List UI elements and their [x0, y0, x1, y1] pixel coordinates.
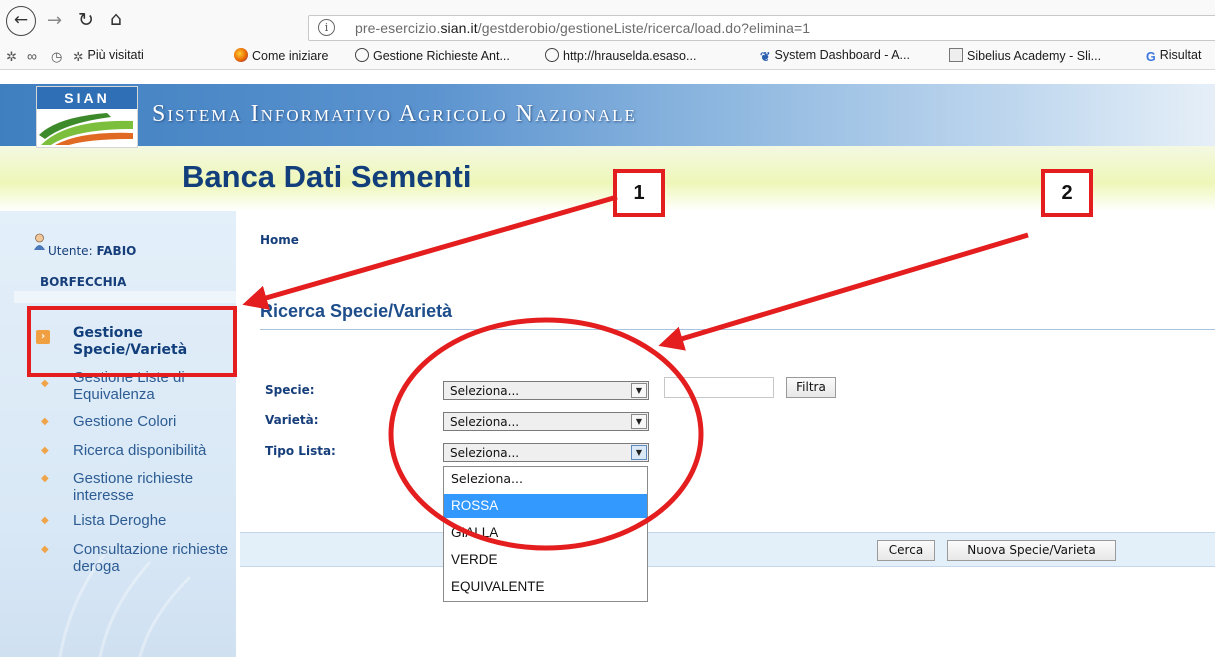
tipo-lista-select-value: Seleziona... — [450, 446, 520, 460]
gear-icon[interactable]: ✲ — [6, 49, 17, 65]
bookmark-label: Sibelius Academy - Sli... — [967, 49, 1102, 63]
varieta-select-value: Seleziona... — [450, 415, 520, 429]
bookmark-label: Risultat — [1159, 48, 1202, 62]
sidebar-item-ricerca-disponibilita[interactable]: Ricerca disponibilità — [73, 442, 235, 459]
sidebar-item-richieste-interesse[interactable]: Gestione richieste interesse — [73, 470, 235, 504]
bullet-icon: ◆ — [41, 515, 49, 526]
sidebar-item-lista-deroghe[interactable]: Lista Deroghe — [73, 512, 235, 529]
specie-select[interactable]: Seleziona... ▼ — [443, 381, 649, 400]
firefox-icon — [234, 48, 248, 62]
user-icon — [34, 233, 45, 250]
gear-star-icon: ✲ — [73, 50, 84, 64]
bookmark-gestione-richieste[interactable]: Gestione Richieste Ant... — [355, 48, 510, 63]
url-bar[interactable]: i pre-esercizio.sian.it/gestderobio/gest… — [308, 15, 1215, 41]
annotation-arrow-1 — [242, 194, 618, 310]
bookmark-system-dashboard[interactable]: ❦ System Dashboard - A... — [760, 48, 910, 64]
user-label: Utente: FABIO — [48, 244, 136, 258]
bullet-icon: ◆ — [41, 416, 49, 427]
chevron-down-icon[interactable]: ▼ — [631, 383, 647, 398]
annotation-box-sidebar — [27, 306, 237, 377]
globe-icon — [545, 48, 559, 62]
cerca-button[interactable]: Cerca — [877, 540, 935, 561]
bookmark-sibelius[interactable]: Sibelius Academy - Sli... — [949, 48, 1101, 63]
bookmark-label: Gestione Richieste Ant... — [373, 49, 510, 63]
sian-logo: SIAN — [36, 86, 138, 148]
option-seleziona[interactable]: Seleziona... — [444, 467, 647, 491]
tipo-lista-label: Tipo Lista: — [265, 444, 336, 458]
sian-title: Sistema Informativo Agricolo Nazionale — [152, 101, 637, 127]
annotation-label-2: 2 — [1041, 169, 1093, 217]
bullet-icon: ◆ — [41, 378, 49, 389]
bookmark-risultat[interactable]: G Risultat — [1146, 48, 1201, 64]
specie-select-value: Seleziona... — [450, 384, 520, 398]
forward-arrow-icon[interactable]: → — [47, 12, 62, 30]
bookmark-label: System Dashboard - A... — [774, 48, 910, 62]
jira-icon: ❦ — [760, 50, 771, 64]
user-box: Utente: FABIO BORFECCHIA — [14, 231, 232, 293]
bullet-icon: ◆ — [41, 473, 49, 484]
option-verde[interactable]: VERDE — [444, 548, 647, 572]
bookmark-piu-visitati[interactable]: ✲ Più visitati — [73, 48, 144, 64]
annotation-label-1: 1 — [613, 169, 665, 217]
banca-dati-title: Banca Dati Sementi — [182, 159, 472, 194]
bookmark-label: Come iniziare — [252, 49, 329, 63]
sidebar-item-gestione-colori[interactable]: Gestione Colori — [73, 413, 235, 430]
chevron-down-icon[interactable]: ▼ — [631, 445, 647, 460]
screenshot-root: ← → ↻ ⌂ i pre-esercizio.sian.it/gestdero… — [0, 0, 1215, 657]
annotation-arrow-2 — [658, 232, 1029, 351]
url-prefix: pre-esercizio. — [355, 20, 441, 36]
reload-icon[interactable]: ↻ — [78, 11, 94, 30]
bookmarks-toolbar: ✲ ∞ ◷ ✲ Più visitati Come iniziare Gestio… — [0, 44, 1215, 70]
info-icon[interactable]: i — [318, 19, 335, 36]
sibelius-icon — [949, 48, 963, 62]
url-text[interactable]: pre-esercizio.sian.it/gestderobio/gestio… — [355, 20, 810, 36]
varieta-select[interactable]: Seleziona... ▼ — [443, 412, 649, 431]
tipo-lista-select[interactable]: Seleziona... ▼ — [443, 443, 649, 462]
breadcrumb-home[interactable]: Home — [260, 233, 299, 247]
site-header: SIAN Sistema Informativo Agricolo Nazion… — [0, 71, 1215, 211]
bookmark-label: http://hrauselda.esaso... — [563, 49, 697, 63]
bookmark-come-iniziare[interactable]: Come iniziare — [234, 48, 328, 63]
google-icon: G — [1146, 50, 1156, 64]
page-title: Ricerca Specie/Varietà — [260, 301, 453, 321]
back-arrow-icon[interactable]: ← — [6, 6, 36, 36]
specie-label: Specie: — [265, 383, 315, 397]
bookmark-label: Più visitati — [87, 48, 144, 62]
option-equivalente[interactable]: EQUIVALENTE — [444, 575, 647, 599]
sidebar: Utente: FABIO BORFECCHIA › Gestione Spec… — [0, 211, 236, 657]
url-path: /gestderobio/gestioneListe/ricerca/load.… — [477, 20, 811, 36]
bookmark-hrauselda[interactable]: http://hrauselda.esaso... — [545, 48, 696, 63]
url-domain: sian.it — [440, 20, 478, 36]
sidebar-separator — [14, 291, 236, 303]
nuova-specie-varieta-button[interactable]: Nuova Specie/Varieta — [947, 540, 1116, 561]
home-icon[interactable]: ⌂ — [110, 10, 122, 29]
filtra-input[interactable] — [664, 377, 774, 398]
user-first-name: FABIO — [96, 244, 137, 258]
filtra-button[interactable]: Filtra — [786, 377, 836, 398]
title-divider — [260, 329, 1215, 330]
browser-navbar: ← → ↻ ⌂ i pre-esercizio.sian.it/gestdero… — [0, 0, 1215, 44]
user-label-prefix: Utente: — [48, 244, 93, 258]
history-clock-icon[interactable]: ◷ — [51, 49, 62, 65]
tipo-lista-dropdown: Seleziona... ROSSA GIALLA VERDE EQUIVALE… — [443, 466, 648, 602]
globe-icon — [355, 48, 369, 62]
user-last-name: BORFECCHIA — [40, 275, 127, 289]
wheat-decoration — [58, 546, 192, 657]
option-rossa[interactable]: ROSSA — [444, 494, 647, 518]
bullet-icon: ◆ — [41, 445, 49, 456]
chevron-down-icon[interactable]: ▼ — [631, 414, 647, 429]
fields-graphic — [39, 113, 133, 145]
logo-text: SIAN — [37, 87, 137, 109]
option-gialla[interactable]: GIALLA — [444, 521, 647, 545]
pocket-icon[interactable]: ∞ — [27, 48, 37, 64]
varieta-label: Varietà: — [265, 413, 319, 427]
